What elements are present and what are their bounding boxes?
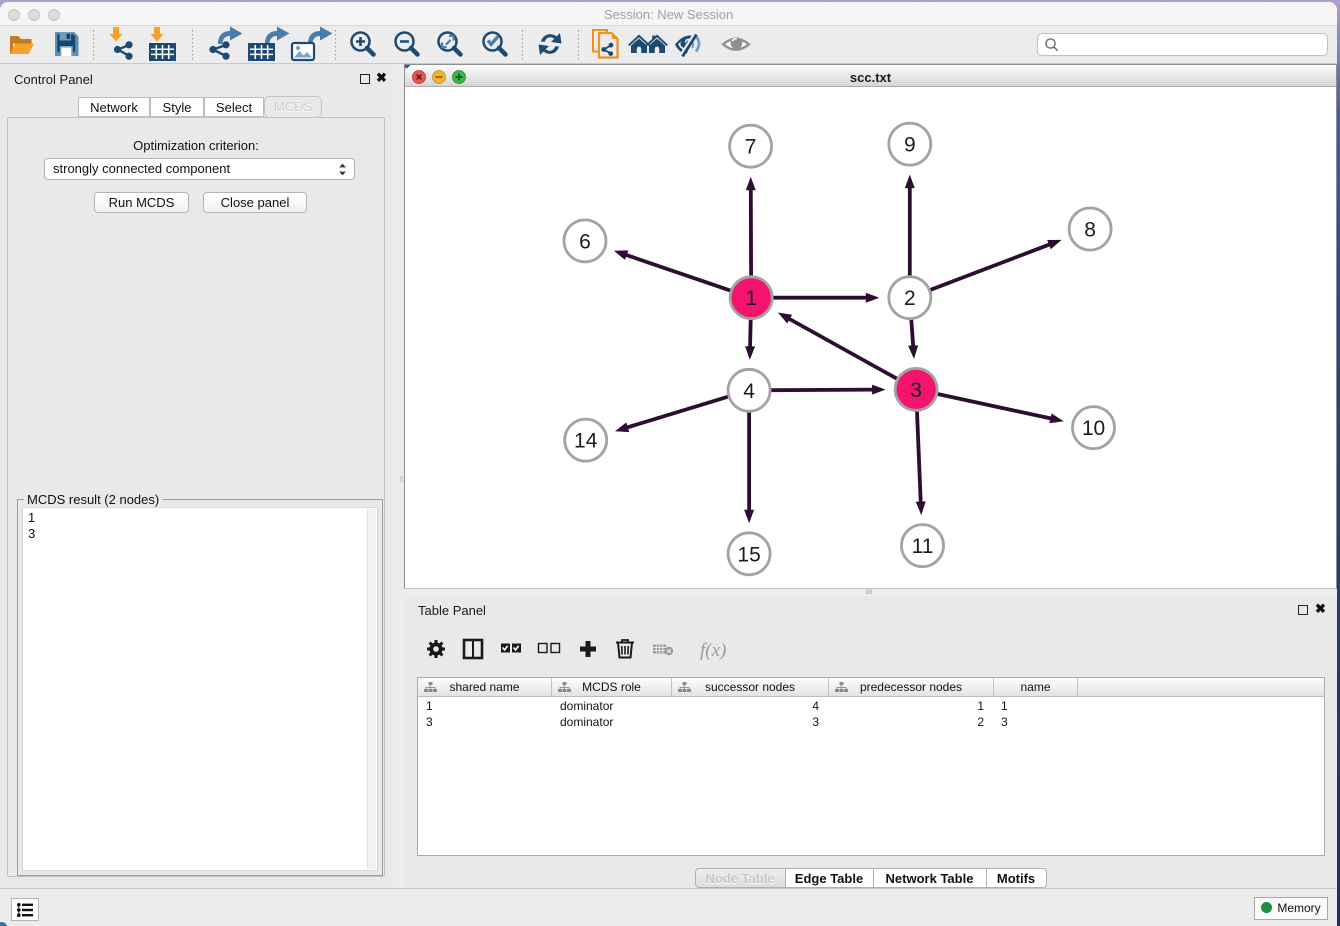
svg-text:3: 3 xyxy=(910,379,922,402)
svg-text:10: 10 xyxy=(1082,417,1105,440)
svg-text:4: 4 xyxy=(743,380,755,403)
svg-text:11: 11 xyxy=(912,535,934,558)
svg-text:2: 2 xyxy=(904,287,916,310)
svg-text:1: 1 xyxy=(745,287,757,310)
svg-text:15: 15 xyxy=(737,543,760,566)
svg-text:9: 9 xyxy=(904,134,916,157)
svg-text:f(x): f(x) xyxy=(700,640,726,661)
svg-text:6: 6 xyxy=(579,230,591,253)
svg-text:8: 8 xyxy=(1084,219,1096,242)
svg-text:7: 7 xyxy=(745,136,757,159)
svg-text:14: 14 xyxy=(574,430,598,453)
